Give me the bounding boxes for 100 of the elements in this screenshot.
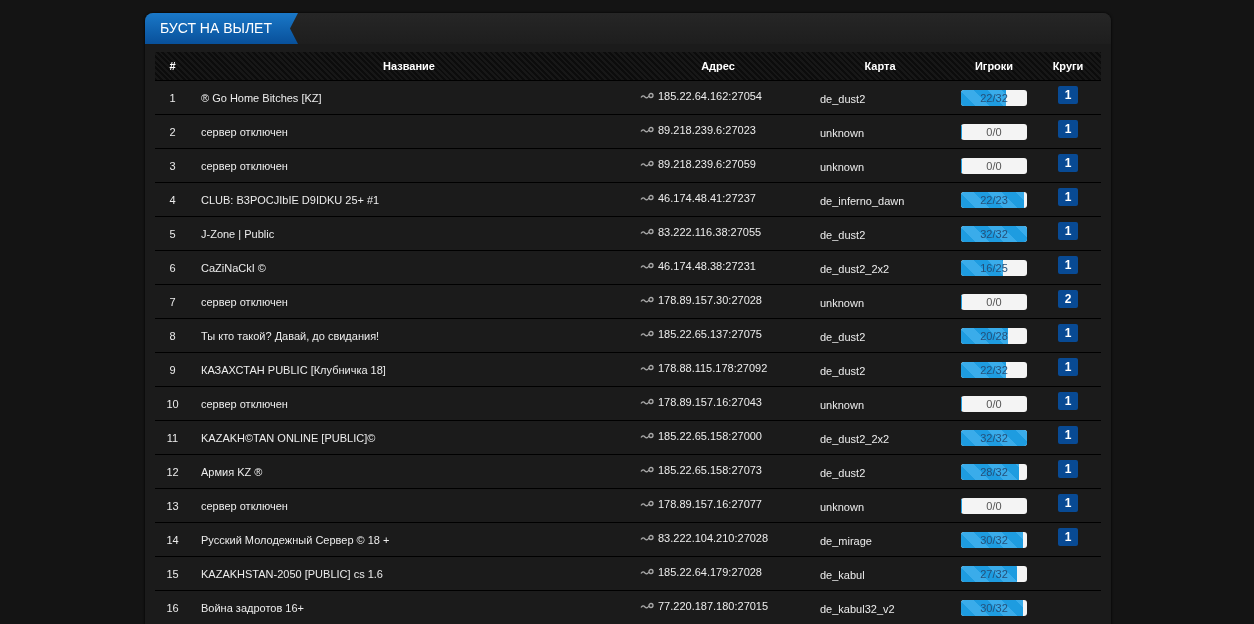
link-icon — [640, 499, 654, 508]
server-address[interactable]: 185.22.65.158:27000 — [658, 429, 762, 442]
server-name[interactable]: J-Zone | Public — [190, 227, 628, 240]
link-icon — [640, 227, 654, 236]
server-address[interactable]: 46.174.48.41:27237 — [658, 191, 756, 204]
link-icon — [640, 431, 654, 440]
server-address[interactable]: 46.174.48.38:27231 — [658, 259, 756, 272]
row-number: 4 — [168, 193, 177, 206]
map-name: de_dust2 — [819, 466, 867, 479]
row-number: 10 — [165, 397, 180, 410]
link-icon — [640, 601, 654, 610]
server-name[interactable]: сервер отключен — [190, 397, 628, 410]
server-name[interactable]: сервер отключен — [190, 295, 628, 308]
server-name[interactable]: Война задротов 16+ — [190, 601, 628, 614]
players-bar: 30/32 — [961, 599, 1027, 616]
laps-badge: 1 — [1058, 86, 1078, 104]
server-address[interactable]: 185.22.65.137:27075 — [658, 327, 762, 340]
row-number: 6 — [168, 261, 177, 274]
row-number: 16 — [165, 601, 180, 614]
row-number: 15 — [165, 567, 180, 580]
server-name[interactable]: Русский Молодежный Сервер © 18 + — [190, 533, 628, 546]
map-name: unknown — [819, 500, 866, 513]
row-number: 11 — [165, 431, 180, 444]
laps-badge: 1 — [1058, 154, 1078, 172]
server-name[interactable]: КАЗАХСТАН PUBLIC [Клубничка 18] — [190, 363, 628, 376]
server-name[interactable]: Ты кто такой? Давай, до свидания! — [190, 329, 628, 342]
server-address[interactable]: 178.89.157.30:27028 — [658, 293, 762, 306]
laps-badge: 1 — [1058, 120, 1078, 138]
server-name[interactable]: ® Go Home Bitches [KZ] — [190, 91, 628, 104]
row-number: 1 — [168, 91, 177, 104]
server-name[interactable]: KAZAKH©TAN ONLINE [PUBLIC]© — [190, 431, 628, 444]
map-name: unknown — [819, 160, 866, 173]
laps-badge: 1 — [1058, 324, 1078, 342]
link-icon — [640, 159, 654, 168]
players-bar: 0/0 — [961, 157, 1027, 174]
laps-badge: 1 — [1058, 528, 1078, 546]
server-name[interactable]: сервер отключен — [190, 499, 628, 512]
column-header: Адрес — [700, 60, 736, 72]
map-name: de_dust2 — [819, 92, 867, 105]
server-name[interactable]: сервер отключен — [190, 159, 628, 172]
server-name[interactable]: KAZAKHSTAN-2050 [PUBLIC] cs 1.6 — [190, 567, 628, 580]
column-header: Название — [382, 60, 436, 72]
laps-badge: 1 — [1058, 188, 1078, 206]
players-bar: 32/32 — [961, 429, 1027, 446]
laps-badge: 1 — [1058, 256, 1078, 274]
players-bar: 22/23 — [961, 191, 1027, 208]
map-name: de_dust2_2x2 — [819, 262, 891, 275]
map-name: unknown — [819, 126, 866, 139]
panel-title: БУСТ НА ВЫЛЕТ — [145, 13, 298, 44]
server-address[interactable]: 89.218.239.6:27059 — [658, 157, 756, 170]
link-icon — [640, 533, 654, 542]
players-bar: 30/32 — [961, 531, 1027, 548]
laps-badge: 1 — [1058, 460, 1078, 478]
server-address[interactable]: 83.222.116.38:27055 — [658, 225, 762, 238]
column-header: Круги — [1051, 60, 1085, 72]
server-address[interactable]: 185.22.64.162:27054 — [658, 89, 762, 102]
map-name: de_dust2 — [819, 228, 867, 241]
server-name[interactable]: Армия KZ ® — [190, 465, 628, 478]
server-address[interactable]: 77.220.187.180:27015 — [658, 599, 769, 612]
server-address[interactable]: 178.88.115.178:27092 — [658, 361, 768, 374]
link-icon — [640, 261, 654, 270]
players-bar: 27/32 — [961, 565, 1027, 582]
row-number: 7 — [168, 295, 177, 308]
map-name: de_dust2 — [819, 364, 867, 377]
link-icon — [640, 125, 654, 134]
link-icon — [640, 193, 654, 202]
map-name: de_kabul — [819, 568, 866, 581]
link-icon — [640, 329, 654, 338]
server-address[interactable]: 185.22.65.158:27073 — [658, 463, 762, 476]
laps-badge: 1 — [1058, 358, 1078, 376]
server-address[interactable]: 185.22.64.179:27028 — [658, 565, 762, 578]
map-name: de_kabul32_v2 — [819, 602, 896, 615]
server-name[interactable]: сервер отключен — [190, 125, 628, 138]
players-bar: 0/0 — [961, 497, 1027, 514]
laps-badge: 1 — [1058, 392, 1078, 410]
server-address[interactable]: 89.218.239.6:27023 — [658, 123, 756, 136]
server-name[interactable]: CaZiNaCkI © — [190, 261, 628, 274]
server-address[interactable]: 178.89.157.16:27077 — [658, 497, 762, 510]
column-header: Карта — [863, 60, 897, 72]
column-header: Игроки — [973, 60, 1015, 72]
row-number: 14 — [165, 533, 180, 546]
link-icon — [640, 567, 654, 576]
server-name[interactable]: CLUB: B3POCJIbIE D9IDKU 25+ #1 — [190, 193, 628, 206]
row-number: 5 — [168, 227, 177, 240]
row-number: 3 — [168, 159, 177, 172]
link-icon — [640, 91, 654, 100]
server-address[interactable]: 83.222.104.210:27028 — [658, 531, 769, 544]
map-name: de_mirage — [819, 534, 873, 547]
link-icon — [640, 363, 654, 372]
map-name: unknown — [819, 296, 866, 309]
players-bar: 32/32 — [961, 225, 1027, 242]
laps-badge: 1 — [1058, 494, 1078, 512]
link-icon — [640, 397, 654, 406]
laps-badge: 1 — [1058, 222, 1078, 240]
row-number: 13 — [165, 499, 180, 512]
row-number: 2 — [168, 125, 177, 138]
server-address[interactable]: 178.89.157.16:27043 — [658, 395, 762, 408]
map-name: de_dust2 — [819, 330, 867, 343]
map-name: unknown — [819, 398, 866, 411]
row-number: 8 — [168, 329, 177, 342]
